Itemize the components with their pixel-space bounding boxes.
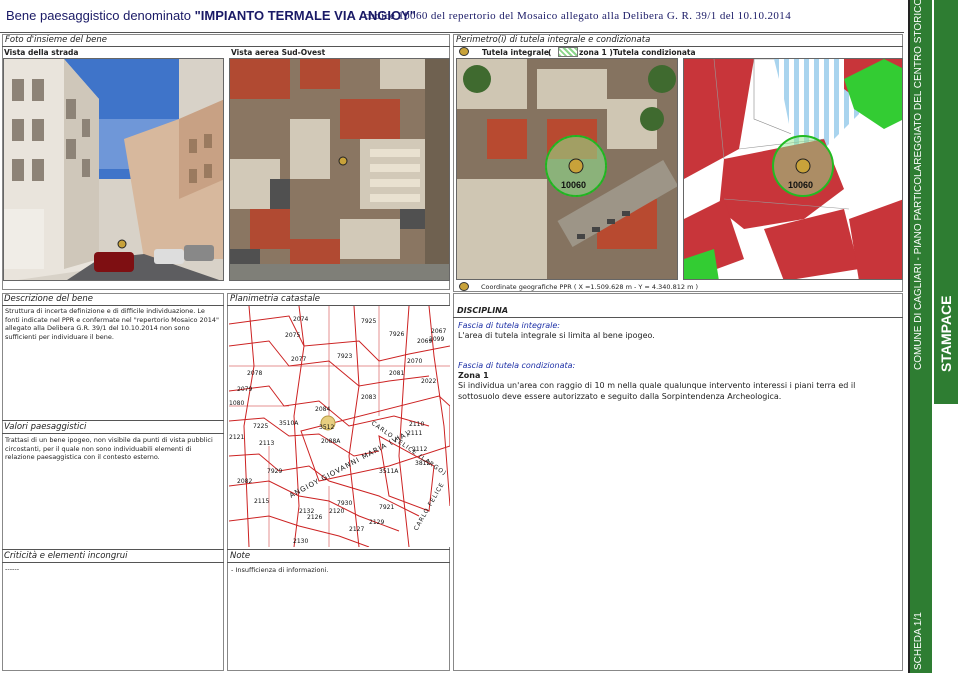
parcel-label: 7929: [267, 468, 282, 475]
parcel-label: 3512: [319, 424, 334, 431]
aerial-photo: [229, 58, 450, 281]
parcel-label: 2121: [229, 434, 244, 441]
divider: [2, 46, 450, 47]
sidebar-comune-text: COMUNE DI CAGLIARI - PIANO PARTICOLAREGG…: [913, 0, 924, 370]
sidebar: COMUNE DI CAGLIARI - PIANO PARTICOLAREGG…: [908, 0, 960, 673]
parcel-label: 3510A: [279, 420, 299, 427]
parcel-label: 2081: [389, 370, 404, 377]
parcel-label: 7921: [379, 504, 394, 511]
note-heading: Note: [230, 551, 251, 561]
map-code-left: 10060: [561, 180, 587, 190]
tutela-aerial-map: 10060: [456, 58, 678, 280]
parcel-label: 2070: [407, 358, 422, 365]
valori-text: Trattasi di un bene ipogeo, non visibile…: [5, 436, 213, 462]
parcel-label: 2075: [285, 332, 300, 339]
zona-hatch-swatch: [558, 47, 578, 57]
parcel-label: 2099: [429, 336, 444, 343]
integrale-text: L'area di tutela integrale si limita al …: [458, 331, 655, 340]
parcel-label: 2132: [299, 508, 314, 515]
descrizione-text: Struttura di incerta definizione e di di…: [5, 307, 220, 341]
parcel-label: 2126: [307, 514, 322, 521]
criticita-heading: Criticità e elementi incongrui: [4, 551, 128, 561]
sidebar-scheda-text: SCHEDA 1/1: [913, 612, 924, 670]
parcel-label: 3511A: [379, 468, 399, 475]
left-column-panel: [2, 293, 224, 671]
parcel-label: 2129: [369, 519, 384, 526]
parcel-label: 2120: [329, 508, 344, 515]
integrale-title: Fascia di tutela integrale:: [458, 321, 560, 330]
divider: [2, 420, 224, 421]
parcel-label: 2088A: [321, 438, 341, 445]
map-code-right: 10060: [788, 180, 814, 190]
codice-text: codice 10060 del repertorio del Mosaico …: [364, 10, 792, 22]
parcel-label: 7925: [361, 318, 376, 325]
parcel-label: 2022: [421, 378, 436, 385]
parcel-label: 2082: [237, 478, 252, 485]
note-text: - Insufficienza di informazioni.: [231, 566, 329, 574]
legend-zona: zona 1 ): [579, 48, 613, 57]
parcel-label: 2083: [361, 394, 376, 401]
parcel-label: 2067: [431, 328, 446, 335]
tutela-plan-map-image: [684, 59, 902, 279]
parcel-label: 7930: [337, 500, 352, 507]
divider: [453, 317, 903, 318]
coordinate-marker-icon: [459, 282, 469, 291]
parcel-label: 2113: [259, 440, 274, 447]
disciplina-heading: DISCIPLINA: [457, 306, 509, 315]
planimetria-heading: Planimetria catastale: [230, 294, 321, 304]
vista-strada-heading: Vista della strada: [4, 48, 79, 57]
sidebar-comune-band: COMUNE DI CAGLIARI - PIANO PARTICOLAREGG…: [908, 0, 932, 673]
cadastral-map: 2074 7925 2075 7926 2069 2067 2077 7923 2078 2081…: [229, 306, 450, 547]
coordinates-text: Coordinate geografiche PPR ( X =1.509.62…: [481, 283, 699, 291]
perimetro-heading: Perimetro(i) di tutela integrale e condi…: [456, 35, 651, 45]
parcel-label: 2110: [409, 421, 424, 428]
divider: [227, 562, 450, 563]
page-title: Bene paesaggistico denominato "IMPIANTO …: [6, 8, 416, 23]
divider: [2, 433, 224, 434]
divider: [2, 305, 224, 306]
legend-integrale: Tutela integrale: [482, 48, 549, 57]
header-bar: Bene paesaggistico denominato "IMPIANTO …: [0, 0, 904, 33]
aerial-photo-image: [230, 59, 449, 280]
parcel-label: 2115: [254, 498, 269, 505]
parcel-label: 2074: [293, 316, 308, 323]
legend-condizionata: Tutela condizionata: [613, 48, 696, 57]
street-photo: [3, 58, 224, 281]
tutela-integrale-swatch: [459, 47, 469, 56]
street-photo-image: [4, 59, 223, 280]
vista-aerea-heading: Vista aerea Sud-Ovest: [231, 48, 326, 57]
divider: [2, 549, 224, 550]
sidebar-quartiere-text: STAMPACE: [938, 295, 954, 372]
foto-insieme-heading: Foto d'insieme del bene: [5, 35, 107, 45]
disciplina-panel: [453, 293, 903, 671]
condizionata-title: Fascia di tutela condizionata:: [458, 361, 576, 370]
cadastral-map-image: 2074 79252075 7926206920672077 79232078 2081…: [229, 306, 450, 547]
parcel-label: 2127: [349, 526, 364, 533]
parcel-label: 7926: [389, 331, 404, 338]
divider: [2, 562, 224, 563]
parcel-label: 1080: [229, 400, 244, 407]
criticita-text: ------: [5, 565, 20, 573]
parcel-label: 2130: [293, 538, 308, 545]
divider: [227, 549, 450, 550]
tutela-aerial-map-image: [457, 59, 677, 279]
title-prefix: Bene paesaggistico denominato: [6, 8, 195, 23]
condizionata-text: Si individua un'area con raggio di 10 m …: [458, 381, 856, 401]
parcel-label: 7225: [253, 423, 268, 430]
tutela-plan-map: 10060: [683, 58, 903, 280]
parcel-label: 2084: [315, 406, 330, 413]
sidebar-blank: [934, 404, 958, 673]
valori-heading: Valori paesaggistici: [4, 422, 87, 432]
divider: [453, 46, 903, 47]
zona-label: Zona 1: [458, 371, 489, 380]
legend-paren: (: [548, 48, 552, 57]
parcel-label: 2077: [291, 356, 306, 363]
parcel-label: 2079: [237, 386, 252, 393]
descrizione-heading: Descrizione del bene: [4, 294, 94, 304]
parcel-label: 7923: [337, 353, 352, 360]
parcel-label: 2078: [247, 370, 262, 377]
sidebar-divider: [908, 0, 910, 673]
